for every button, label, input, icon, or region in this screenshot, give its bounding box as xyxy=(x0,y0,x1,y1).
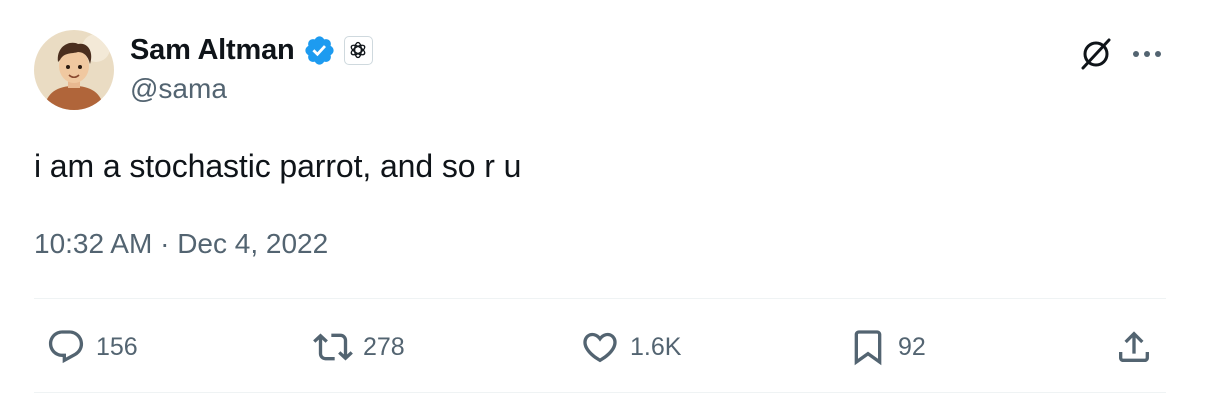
bookmark-count: 92 xyxy=(898,333,926,361)
like-count: 1.6K xyxy=(630,333,682,361)
retweet-button[interactable]: 278 xyxy=(313,324,405,370)
reply-icon xyxy=(48,330,84,364)
avatar[interactable] xyxy=(34,30,114,110)
reply-button[interactable]: 156 xyxy=(46,324,138,370)
author-handle[interactable]: @sama xyxy=(130,72,227,106)
share-button[interactable] xyxy=(1114,324,1154,370)
like-button[interactable]: 1.6K xyxy=(580,324,681,370)
more-icon[interactable] xyxy=(1127,34,1167,74)
author-display-name[interactable]: Sam Altman xyxy=(130,32,295,68)
avatar-image xyxy=(34,30,114,110)
bookmark-icon xyxy=(854,330,882,366)
divider xyxy=(34,298,1166,299)
tweet-text: i am a stochastic parrot, and so r u xyxy=(34,148,522,184)
tweet-time[interactable]: 10:32 AM xyxy=(34,228,152,259)
bookmark-button[interactable]: 92 xyxy=(848,324,926,370)
retweet-icon xyxy=(313,333,353,361)
share-icon xyxy=(1119,331,1149,362)
grok-icon[interactable] xyxy=(1076,34,1116,74)
retweet-count: 278 xyxy=(363,333,405,361)
reply-count: 156 xyxy=(96,333,138,361)
tweet-date[interactable]: Dec 4, 2022 xyxy=(177,228,328,259)
verified-badge-icon[interactable] xyxy=(303,34,336,67)
tweet-timestamp: 10:32 AM · Dec 4, 2022 xyxy=(34,226,328,262)
affiliate-badge-icon[interactable] xyxy=(343,35,373,65)
heart-icon xyxy=(583,332,617,363)
divider xyxy=(34,392,1166,393)
timestamp-separator: · xyxy=(160,228,170,259)
author-name-row: Sam Altman xyxy=(130,32,373,68)
